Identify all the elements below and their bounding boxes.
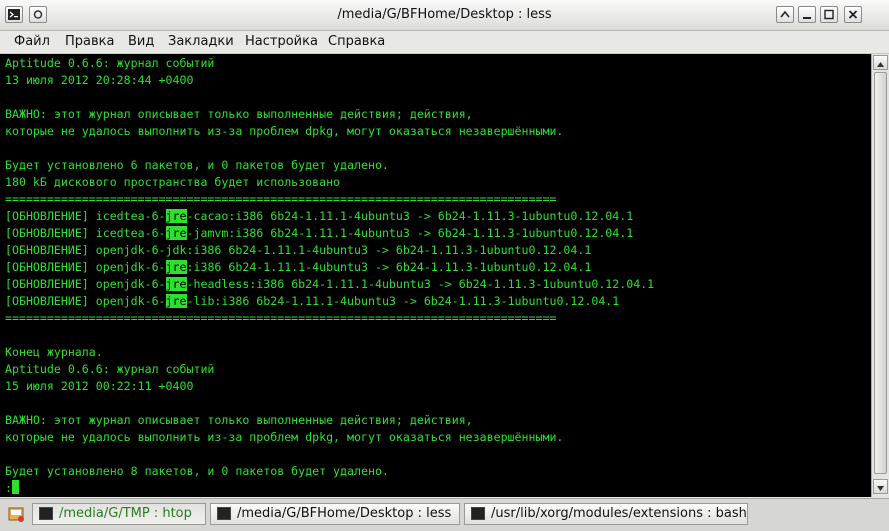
terminal-window: /media/G/BFHome/Desktop : less Файл Прав… — [0, 0, 889, 531]
scrollbar-thumb[interactable] — [874, 72, 887, 474]
chevron-up-icon[interactable] — [776, 6, 794, 23]
line-text: [ОБНОВЛЕНИЕ] openjdk-6-jdk:i386 6b24-1.1… — [5, 243, 592, 257]
terminal-line: Aptitude 0.6.6: журнал событий — [5, 361, 214, 378]
line-text: [ОБНОВЛЕНИЕ] openjdk-6- — [5, 260, 166, 274]
terminal-line: 13 июля 2012 20:28:44 +0400 — [5, 72, 193, 89]
line-text: Будет установлено 8 пакетов, и 0 пакетов… — [5, 464, 389, 478]
terminal-icon — [217, 507, 231, 520]
search-highlight: jre — [165, 209, 187, 223]
terminal-line: [ОБНОВЛЕНИЕ] icedtea-6-jre-cacao:i386 6b… — [5, 208, 633, 225]
menu-bar: Файл Правка Вид Закладки Настройка Справ… — [0, 31, 889, 54]
menu-file[interactable]: Файл — [14, 34, 50, 49]
line-text: -lib:i386 6b24-1.11.1-4ubuntu3 -> 6b24-1… — [186, 294, 620, 308]
line-text: ВАЖНО: этот журнал описывает только выпо… — [5, 413, 473, 427]
task-label: /media/G/BFHome/Desktop : less — [237, 506, 452, 521]
text-cursor — [11, 480, 19, 494]
search-highlight: jre — [165, 294, 187, 308]
taskbar: /media/G/TMP : htop /media/G/BFHome/Desk… — [0, 498, 889, 531]
line-text: Aptitude 0.6.6: журнал событий — [5, 362, 215, 376]
scroll-down-icon[interactable] — [873, 479, 888, 494]
task-label: /usr/lib/xorg/modules/extensions : bash — [491, 506, 747, 521]
line-text: которые не удалось выполнить из-за пробл… — [5, 430, 564, 444]
line-text: [ОБНОВЛЕНИЕ] icedtea-6- — [5, 209, 166, 223]
line-text: [ОБНОВЛЕНИЕ] openjdk-6- — [5, 277, 166, 291]
search-highlight: jre — [165, 226, 187, 240]
terminal-line: [ОБНОВЛЕНИЕ] openjdk-6-jre-lib:i386 6b24… — [5, 293, 619, 310]
terminal-line: [ОБНОВЛЕНИЕ] icedtea-6-jre-jamvm:i386 6b… — [5, 225, 633, 242]
terminal-icon — [471, 507, 485, 520]
line-text: :i386 6b24-1.11.1-4ubuntu3 -> 6b24-1.11.… — [186, 260, 592, 274]
search-highlight: jre — [165, 260, 187, 274]
line-text: которые не удалось выполнить из-за пробл… — [5, 124, 564, 138]
terminal-output[interactable]: Aptitude 0.6.6: журнал событий 13 июля 20… — [0, 54, 871, 497]
terminal-line: Конец журнала. — [5, 344, 103, 361]
terminal-line: ВАЖНО: этот журнал описывает только выпо… — [5, 412, 473, 429]
title-bar[interactable]: /media/G/BFHome/Desktop : less — [0, 0, 889, 31]
scroll-up-icon[interactable] — [873, 55, 888, 70]
line-text: 180 kБ дискового пространства будет испо… — [5, 175, 341, 189]
terminal-line: которые не удалось выполнить из-за пробл… — [5, 429, 563, 446]
window-title: /media/G/BFHome/Desktop : less — [337, 7, 552, 22]
terminal-line: [ОБНОВЛЕНИЕ] openjdk-6-jdk:i386 6b24-1.1… — [5, 242, 591, 259]
maximize-icon[interactable] — [820, 6, 838, 23]
terminal-line: ========================================… — [5, 310, 556, 327]
line-text: -cacao:i386 6b24-1.11.1-4ubuntu3 -> 6b24… — [186, 209, 634, 223]
terminal-line: ========================================… — [5, 191, 556, 208]
menu-settings[interactable]: Настройка — [245, 34, 318, 49]
less-prompt: : — [5, 481, 12, 495]
line-text: 13 июля 2012 20:28:44 +0400 — [5, 73, 194, 87]
terminal-line: [ОБНОВЛЕНИЕ] openjdk-6-jre:i386 6b24-1.1… — [5, 259, 591, 276]
terminal-line: Будет установлено 8 пакетов, и 0 пакетов… — [5, 463, 389, 480]
task-label: /media/G/TMP : htop — [59, 506, 192, 521]
line-text: ========================================… — [5, 311, 557, 325]
task-bash[interactable]: /usr/lib/xorg/modules/extensions : bash — [464, 503, 748, 525]
menu-help[interactable]: Справка — [328, 34, 385, 49]
line-text: Конец журнала. — [5, 345, 103, 359]
terminal-line: Aptitude 0.6.6: журнал событий — [5, 55, 214, 72]
line-text: ВАЖНО: этот журнал описывает только выпо… — [5, 107, 473, 121]
task-less[interactable]: /media/G/BFHome/Desktop : less — [210, 503, 460, 525]
line-text: ========================================… — [5, 192, 557, 206]
vertical-scrollbar[interactable] — [871, 54, 889, 497]
terminal-line: 180 kБ дискового пространства будет испо… — [5, 174, 340, 191]
line-text: Aptitude 0.6.6: журнал событий — [5, 56, 215, 70]
terminal-line: которые не удалось выполнить из-за пробл… — [5, 123, 563, 140]
minimize-icon[interactable] — [798, 6, 816, 23]
terminal-line: Будет установлено 6 пакетов, и 0 пакетов… — [5, 157, 389, 174]
terminal-line: : — [5, 480, 19, 497]
search-highlight: jre — [165, 277, 187, 291]
line-text: -headless:i386 6b24-1.11.1-4ubuntu3 -> 6… — [186, 277, 655, 291]
terminal-line: ВАЖНО: этот журнал описывает только выпо… — [5, 106, 473, 123]
line-text: 15 июля 2012 00:22:11 +0400 — [5, 379, 194, 393]
menu-bookmarks[interactable]: Закладки — [168, 34, 234, 49]
menu-edit[interactable]: Правка — [65, 34, 114, 49]
terminal-line: 15 июля 2012 00:22:11 +0400 — [5, 378, 193, 395]
line-text: [ОБНОВЛЕНИЕ] icedtea-6- — [5, 226, 166, 240]
task-htop[interactable]: /media/G/TMP : htop — [32, 503, 206, 525]
line-text: Будет установлено 6 пакетов, и 0 пакетов… — [5, 158, 389, 172]
terminal-line: [ОБНОВЛЕНИЕ] openjdk-6-jre-headless:i386… — [5, 276, 654, 293]
line-text: [ОБНОВЛЕНИЕ] openjdk-6- — [5, 294, 166, 308]
close-icon[interactable] — [844, 6, 862, 23]
launcher-icon[interactable] — [7, 504, 27, 524]
line-text: -jamvm:i386 6b24-1.11.1-4ubuntu3 -> 6b24… — [186, 226, 634, 240]
terminal-icon — [39, 507, 53, 520]
menu-view[interactable]: Вид — [128, 34, 154, 49]
